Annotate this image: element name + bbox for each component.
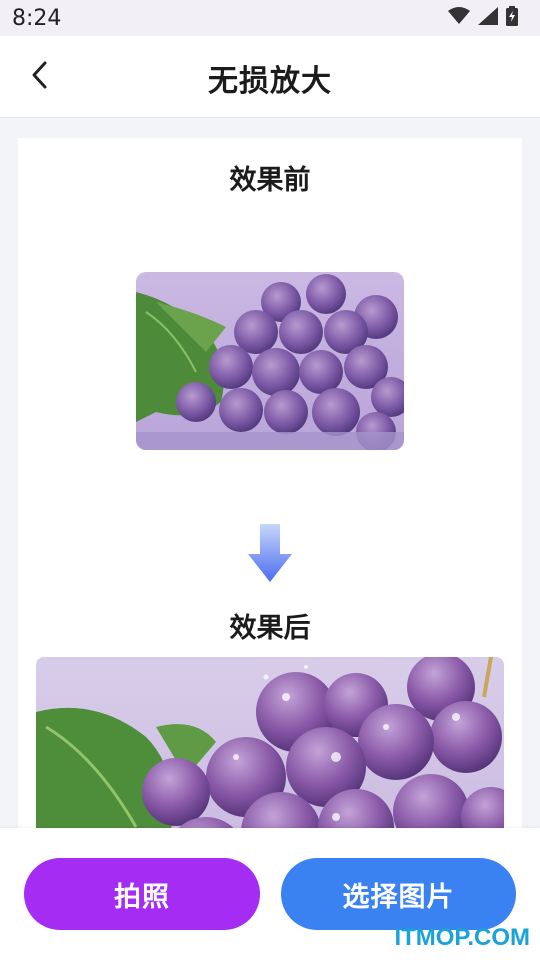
status-icons xyxy=(448,6,518,30)
watermark: ITMOP.COM xyxy=(394,924,530,951)
before-label: 效果前 xyxy=(229,165,311,196)
page-title: 无损放大 xyxy=(208,64,332,99)
battery-icon xyxy=(506,6,518,30)
status-time: 8:24 xyxy=(12,5,62,31)
choose-image-button[interactable]: 选择图片 xyxy=(281,858,516,930)
grapes-image-before xyxy=(136,272,404,450)
after-label: 效果后 xyxy=(229,613,311,644)
comparison-card: 效果前 效果后 xyxy=(18,138,522,838)
arrow-down-icon xyxy=(246,524,294,584)
signal-icon xyxy=(478,7,498,29)
app-bar: 无损放大 xyxy=(0,36,540,118)
grapes-image-after xyxy=(36,657,504,838)
wifi-icon xyxy=(448,7,470,29)
take-photo-button[interactable]: 拍照 xyxy=(24,858,260,930)
status-bar: 8:24 xyxy=(0,0,540,36)
